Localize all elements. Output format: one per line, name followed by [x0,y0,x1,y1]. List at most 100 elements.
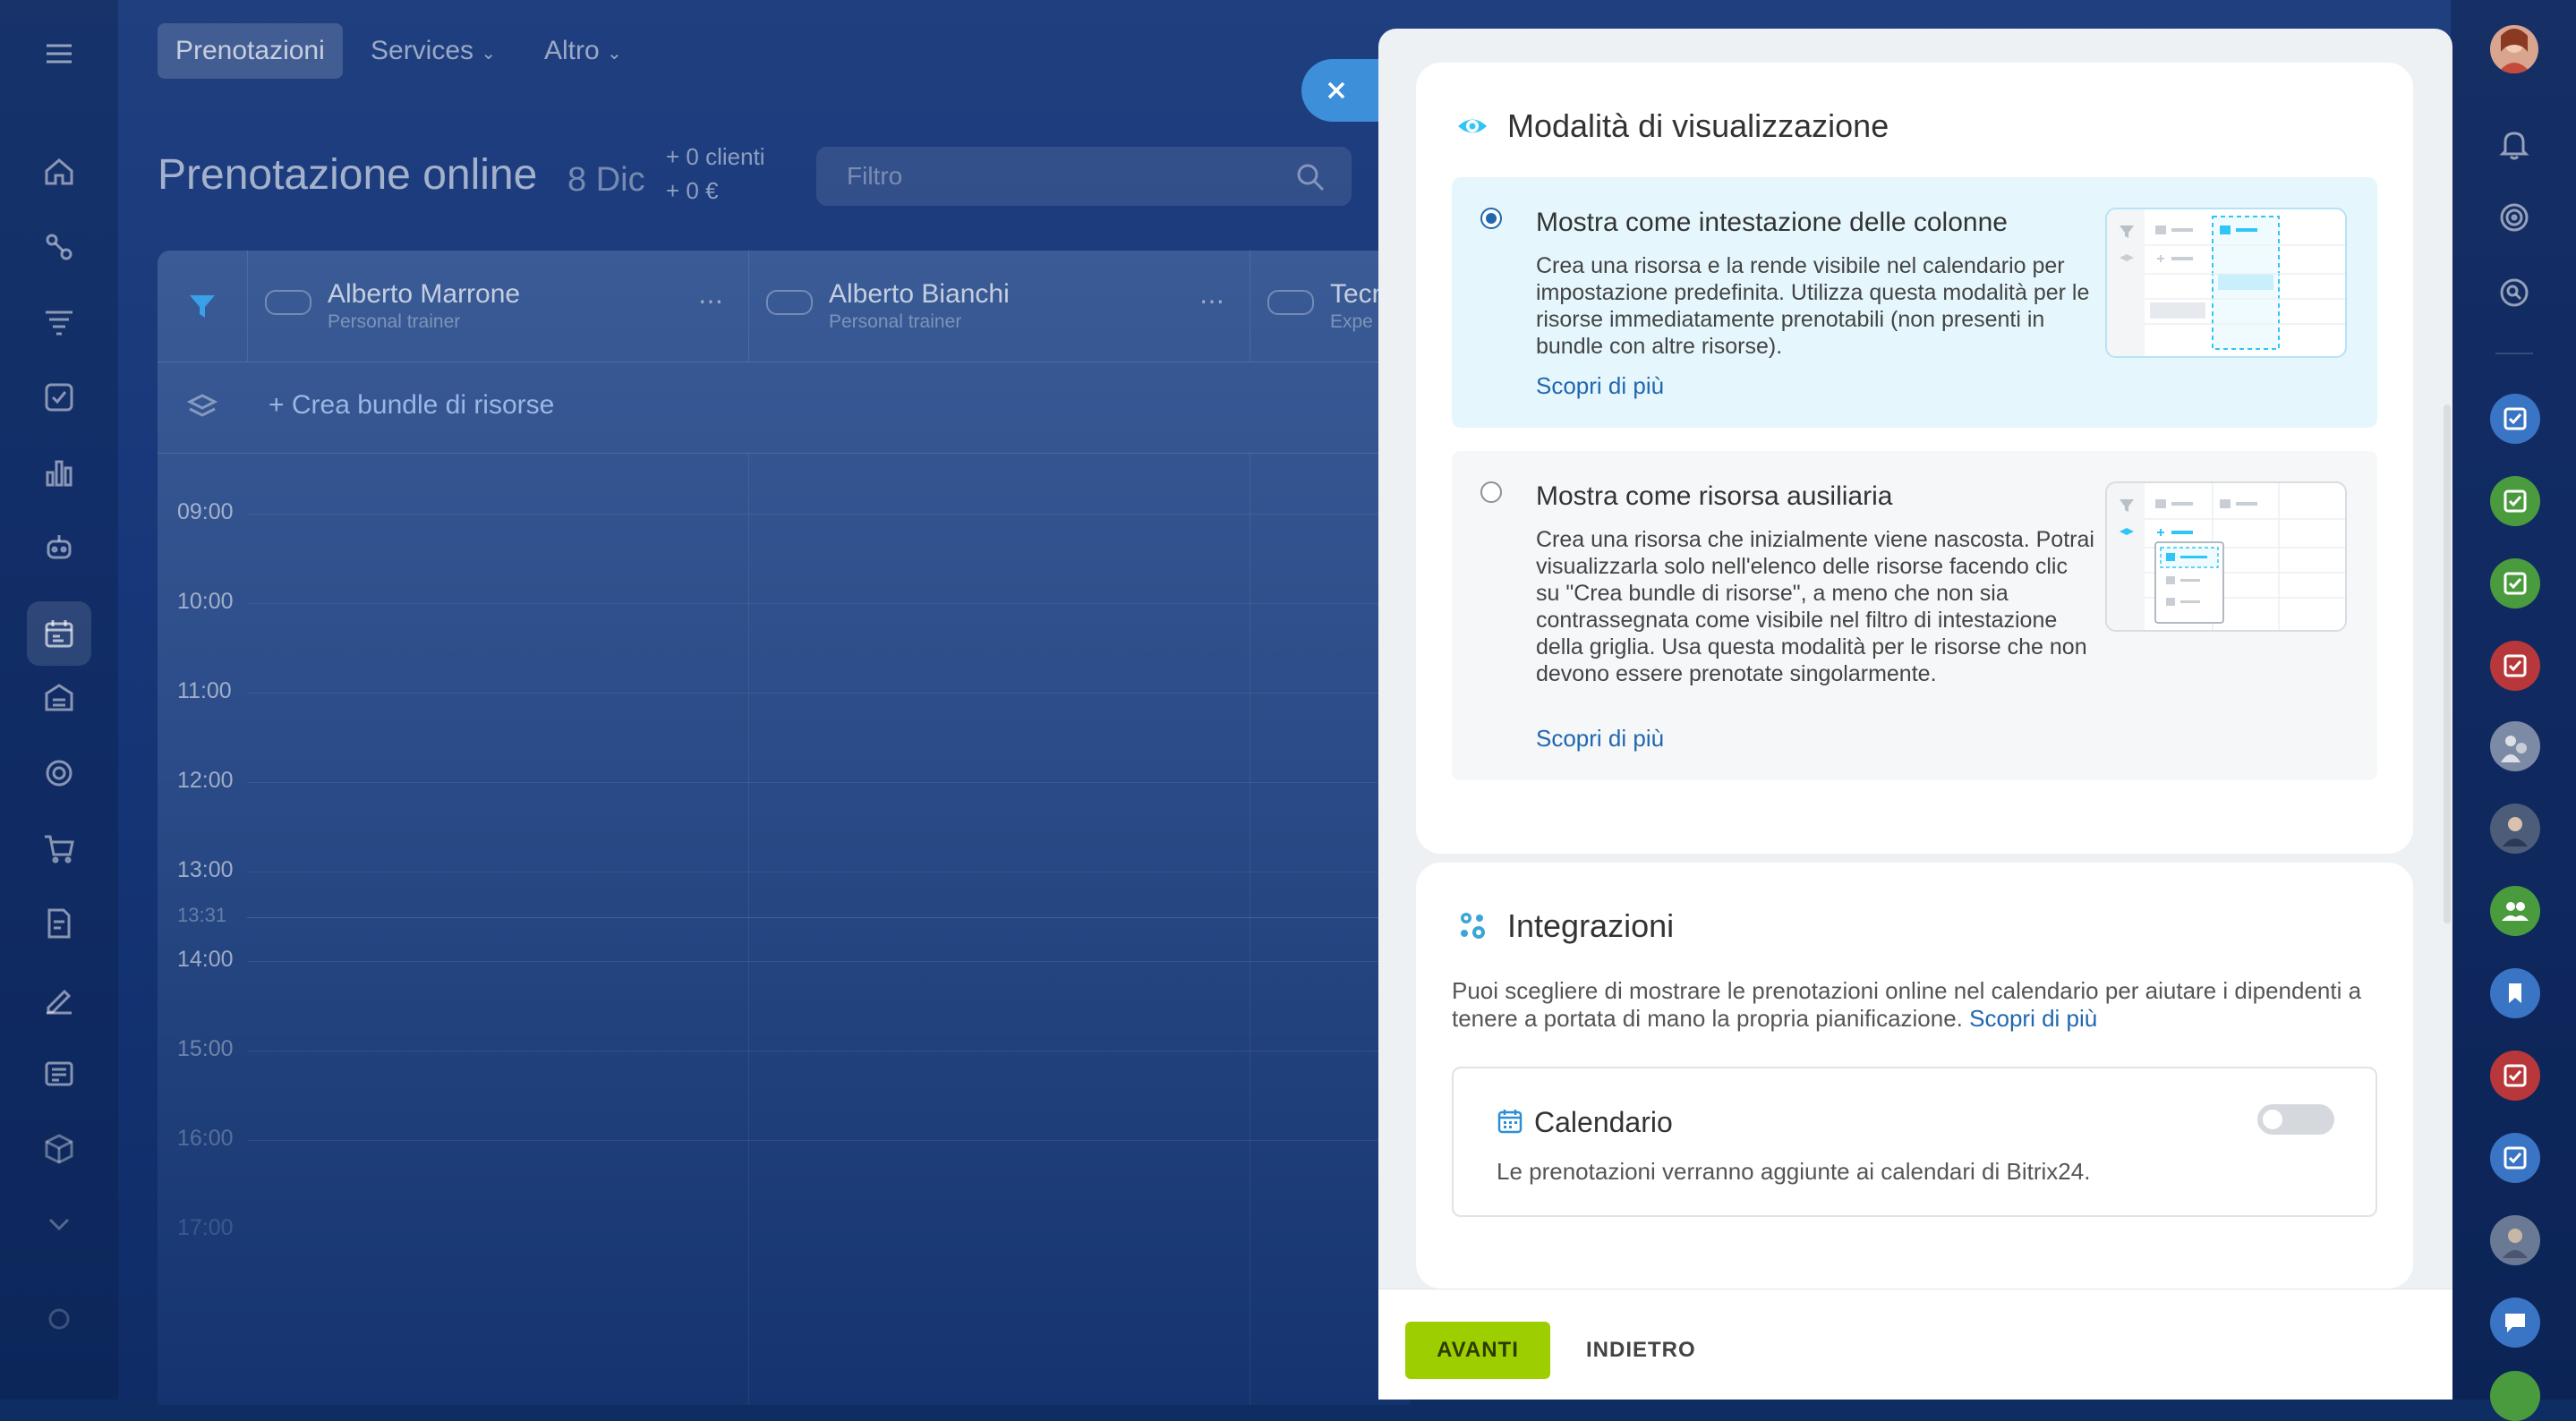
tab-bookings[interactable]: Prenotazioni [158,23,343,79]
page-date[interactable]: 8 Dic [567,161,645,200]
search-icon [1297,164,1325,191]
user-chat-avatar[interactable] [2490,1215,2540,1265]
task-chat-icon[interactable] [2490,558,2540,608]
user-chat-avatar[interactable] [2490,804,2540,854]
left-navigation [0,0,118,1400]
time-label: 14:00 [177,947,234,972]
learn-more-link[interactable]: Scopri di più [1536,372,1664,400]
filter-icon[interactable] [186,290,218,322]
filter-input[interactable]: Filtro [816,147,1352,206]
option-title: Mostra come risorsa ausiliaria [1536,481,1893,511]
menu-icon[interactable] [39,34,79,73]
grid-line [247,782,1411,783]
more-icon[interactable]: ⋯ [1199,286,1226,316]
divider [2495,353,2533,354]
close-icon [1327,81,1345,99]
grid-line [247,603,1411,604]
time-label: 15:00 [177,1036,234,1061]
integrations-description-text: Puoi scegliere di mostrare le prenotazio… [1452,977,2362,1032]
tasks-icon[interactable] [39,378,79,417]
user-avatar[interactable] [2490,25,2538,73]
chevron-down-icon[interactable] [39,1204,79,1244]
more-icon[interactable]: ⋯ [698,286,725,316]
crm-icon[interactable] [39,227,79,267]
calendar-description: Le prenotazioni verranno aggiunte ai cal… [1497,1158,2091,1185]
resource-settings-panel: Modalità di visualizzazione Mostra come … [1378,29,2452,1400]
group-chat-avatar[interactable] [2490,721,2540,771]
bookmark-icon[interactable] [2490,968,2540,1018]
calendar-title: Calendario [1534,1106,1673,1138]
resource-column-header[interactable]: Alberto Bianchi Personal trainer ⋯ [748,251,1250,362]
store-icon[interactable] [39,678,79,718]
top-bar: Prenotazioni Services ⌄ Altro ⌄ [118,0,1389,106]
radio-column-header[interactable] [1480,208,1502,229]
funnel-icon[interactable] [39,302,79,342]
tab-services[interactable]: Services ⌄ [353,23,514,79]
integrations-icon [1461,913,1485,939]
search-icon[interactable] [2490,268,2538,317]
eye-icon [1458,119,1487,133]
calendar-toggle[interactable] [2257,1104,2334,1135]
back-button[interactable]: INDIETRO [1586,1322,1696,1379]
home-icon[interactable] [39,152,79,191]
task-chat-icon[interactable] [2490,1133,2540,1183]
task-chat-icon[interactable] [2490,641,2540,691]
page-title: Prenotazione online [158,151,538,199]
time-label: 13:00 [177,857,234,882]
tab-more-label: Altro [544,36,600,65]
panel-scrollbar[interactable] [2444,404,2451,923]
learn-more-link[interactable]: Scopri di più [1969,1005,2097,1032]
next-button[interactable]: AVANTI [1405,1322,1550,1379]
revenue-stat: + 0 € [666,177,719,204]
group-chat-icon[interactable] [2490,886,2540,936]
settings-icon[interactable] [39,1299,79,1339]
grid-line [247,961,1411,962]
chevron-down-icon: ⌄ [607,44,622,64]
booking-calendar-icon[interactable] [27,601,91,666]
signature-icon[interactable] [39,979,79,1018]
document-icon[interactable] [39,904,79,943]
tab-more[interactable]: Altro ⌄ [526,23,640,79]
time-label: 09:00 [177,499,234,524]
time-label: 16:00 [177,1126,234,1151]
bell-icon[interactable] [2490,120,2538,168]
box-icon[interactable] [39,1129,79,1169]
resource-toggle[interactable] [1267,290,1314,315]
news-icon[interactable] [39,1054,79,1093]
filter-placeholder: Filtro [847,162,903,190]
time-label: 12:00 [177,768,234,793]
radio-auxiliary-resource[interactable] [1480,481,1502,503]
chat-icon[interactable] [2490,1371,2540,1421]
cart-icon[interactable] [39,829,79,868]
integrations-title: Integrazioni [1507,907,1675,944]
target-icon[interactable] [39,753,79,793]
target-icon[interactable] [2490,193,2538,242]
auxiliary-resource-illustration [2105,481,2347,632]
booking-grid: Alberto Marrone Personal trainer ⋯ Alber… [158,251,1411,1405]
resource-role: Expe [1330,311,1373,332]
resource-toggle[interactable] [766,290,813,315]
task-chat-icon[interactable] [2490,394,2540,444]
time-label: 17:00 [177,1215,234,1240]
analytics-icon[interactable] [39,453,79,492]
current-time-label: 13:31 [177,904,227,926]
option-auxiliary-resource[interactable]: Mostra come risorsa ausiliaria Crea una … [1452,451,2377,780]
resource-name: Alberto Bianchi [829,279,1010,309]
chat-icon[interactable] [2490,1298,2540,1348]
close-button[interactable] [1301,59,1387,122]
task-chat-icon[interactable] [2490,1051,2540,1101]
resource-column-header[interactable]: Alberto Marrone Personal trainer ⋯ [247,251,749,362]
resource-toggle[interactable] [265,290,311,315]
clients-stat: + 0 clienti [666,143,765,170]
grid-filter-cell [158,251,248,362]
calendar-integration-box: Calendario Le prenotazioni verranno aggi… [1452,1067,2377,1217]
resource-name: Alberto Marrone [328,279,521,309]
grid-line [247,514,1411,515]
option-column-header[interactable]: Mostra come intestazione delle colonne C… [1452,177,2377,428]
learn-more-link[interactable]: Scopri di più [1536,725,1664,753]
integrations-description: Puoi scegliere di mostrare le prenotazio… [1452,977,2383,1033]
task-chat-icon[interactable] [2490,476,2540,526]
create-bundle-link[interactable]: + Crea bundle di risorse [269,390,554,421]
robot-icon[interactable] [39,528,79,567]
divider [158,453,1411,454]
